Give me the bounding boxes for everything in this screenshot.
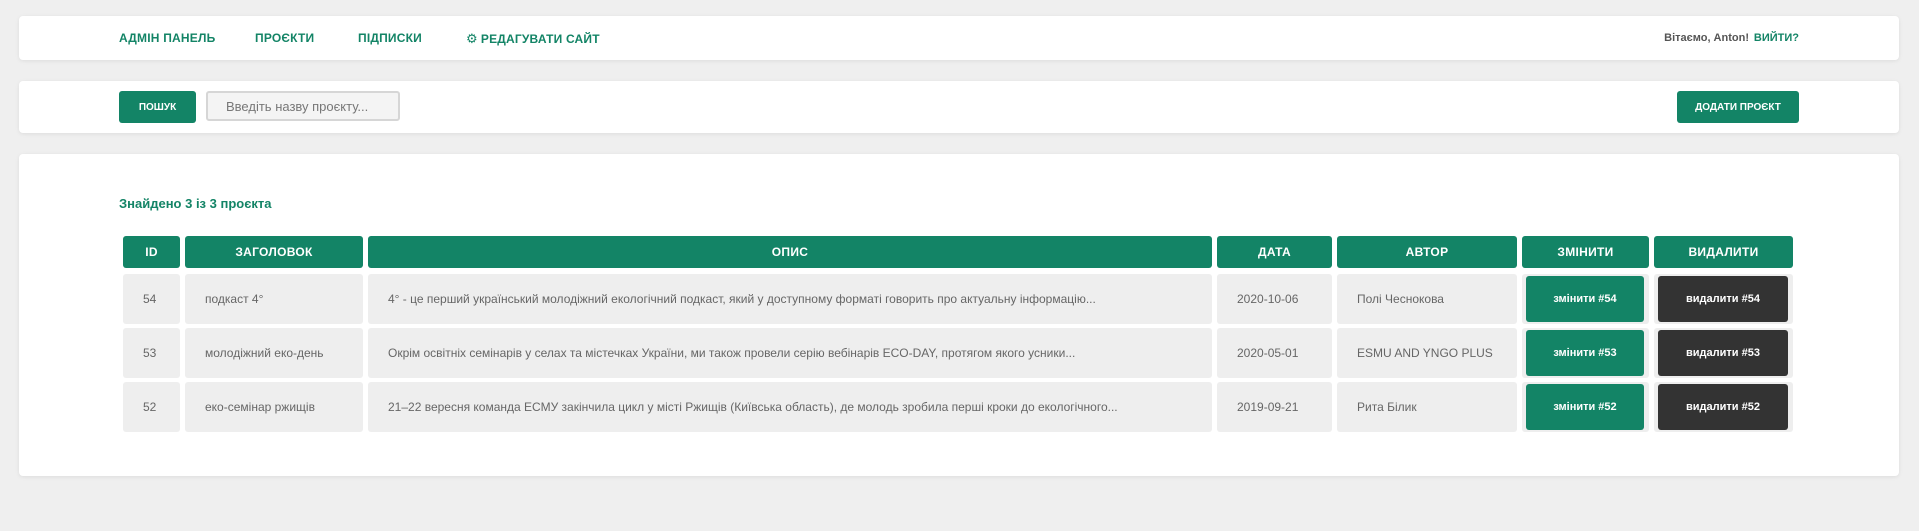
top-navigation: АДМІН ПАНЕЛЬ ПРОЄКТИ ПІДПИСКИ ⚙ РЕДАГУВАТ… bbox=[19, 16, 1899, 60]
header-delete: ВИДАЛИТИ bbox=[1654, 236, 1793, 268]
search-input[interactable] bbox=[206, 91, 400, 121]
projects-panel: Знайдено 3 із 3 проєкта ID ЗАГОЛОВОК ОПИ… bbox=[19, 154, 1899, 476]
cell-description: 21–22 вересня команда ЕСМУ закінчила цик… bbox=[368, 382, 1212, 432]
cell-title: подкаст 4° bbox=[185, 274, 363, 324]
logout-link[interactable]: ВИЙТИ? bbox=[1754, 32, 1799, 44]
header-edit: ЗМІНИТИ bbox=[1522, 236, 1649, 268]
cell-description: Окрім освітніх семінарів у селах та міст… bbox=[368, 328, 1212, 378]
header-description: ОПИС bbox=[368, 236, 1212, 268]
cell-description: 4° - це перший український молодіжний ек… bbox=[368, 274, 1212, 324]
user-greeting: Вітаємо, Anton! bbox=[1664, 32, 1749, 44]
cell-author: Полі Чеснокова bbox=[1337, 274, 1517, 324]
delete-project-button[interactable]: видалити #53 bbox=[1658, 330, 1788, 376]
nav-admin-panel[interactable]: АДМІН ПАНЕЛЬ bbox=[119, 31, 215, 45]
cell-date: 2019-09-21 bbox=[1217, 382, 1332, 432]
results-count: Знайдено 3 із 3 проєкта bbox=[119, 196, 272, 211]
cell-id: 53 bbox=[123, 328, 180, 378]
delete-project-button[interactable]: видалити #54 bbox=[1658, 276, 1788, 322]
cell-date: 2020-05-01 bbox=[1217, 328, 1332, 378]
gear-icon: ⚙ bbox=[466, 31, 478, 46]
edit-project-button[interactable]: змінити #53 bbox=[1526, 330, 1644, 376]
cell-title: молодіжний еко-день bbox=[185, 328, 363, 378]
cell-author: Рита Білик bbox=[1337, 382, 1517, 432]
header-id: ID bbox=[123, 236, 180, 268]
delete-project-button[interactable]: видалити #52 bbox=[1658, 384, 1788, 430]
nav-projects[interactable]: ПРОЄКТИ bbox=[255, 31, 314, 45]
header-date: ДАТА bbox=[1217, 236, 1332, 268]
header-author: АВТОР bbox=[1337, 236, 1517, 268]
nav-edit-site-label: РЕДАГУВАТИ САЙТ bbox=[480, 32, 600, 46]
search-button[interactable]: ПОШУК bbox=[119, 91, 196, 123]
cell-id: 54 bbox=[123, 274, 180, 324]
nav-subscriptions[interactable]: ПІДПИСКИ bbox=[358, 31, 422, 45]
nav-edit-site[interactable]: ⚙ РЕДАГУВАТИ САЙТ bbox=[466, 31, 600, 47]
edit-project-button[interactable]: змінити #54 bbox=[1526, 276, 1644, 322]
header-title: ЗАГОЛОВОК bbox=[185, 236, 363, 268]
cell-author: ESMU AND YNGO PLUS bbox=[1337, 328, 1517, 378]
search-toolbar: ПОШУК ДОДАТИ ПРОЄКТ bbox=[19, 81, 1899, 133]
cell-title: еко-семінар ржищів bbox=[185, 382, 363, 432]
cell-id: 52 bbox=[123, 382, 180, 432]
cell-date: 2020-10-06 bbox=[1217, 274, 1332, 324]
edit-project-button[interactable]: змінити #52 bbox=[1526, 384, 1644, 430]
add-project-button[interactable]: ДОДАТИ ПРОЄКТ bbox=[1677, 91, 1799, 123]
